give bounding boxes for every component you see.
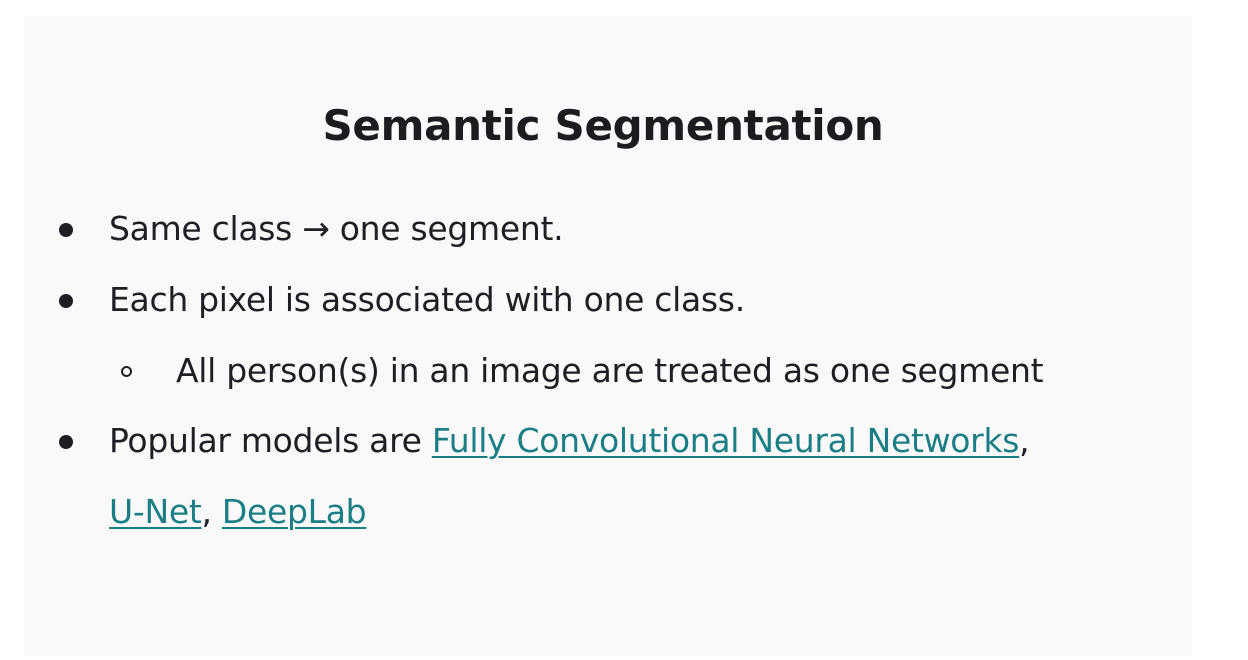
bullet-item-2: Each pixel is associated with one class. <box>109 280 745 319</box>
link-u-net[interactable]: U-Net <box>109 492 202 531</box>
bullet-item-1: Same class → one segment. <box>109 209 564 248</box>
link-separator: , <box>201 492 213 531</box>
sub-bullet-item: All person(s) in an image are treated as… <box>176 351 1044 390</box>
bullet-item-3: Popular models are Fully Convolutional N… <box>109 419 1030 463</box>
sub-bullet-circle <box>121 366 132 377</box>
link-separator: , <box>1019 421 1030 460</box>
bullet-item-3-prefix: Popular models are <box>109 421 432 460</box>
link-fully-convolutional-neural-networks[interactable]: Fully Convolutional Neural Networks <box>432 421 1020 460</box>
bullet-dot <box>59 435 73 449</box>
bullet-dot <box>59 223 73 237</box>
slide: Semantic Segmentation Same class → one s… <box>24 16 1192 656</box>
bullet-item-3-continuation: U-Net, DeepLab <box>109 490 367 534</box>
link-deeplab[interactable]: DeepLab <box>222 492 367 531</box>
bullet-dot <box>59 294 73 308</box>
slide-title: Semantic Segmentation <box>322 101 884 150</box>
